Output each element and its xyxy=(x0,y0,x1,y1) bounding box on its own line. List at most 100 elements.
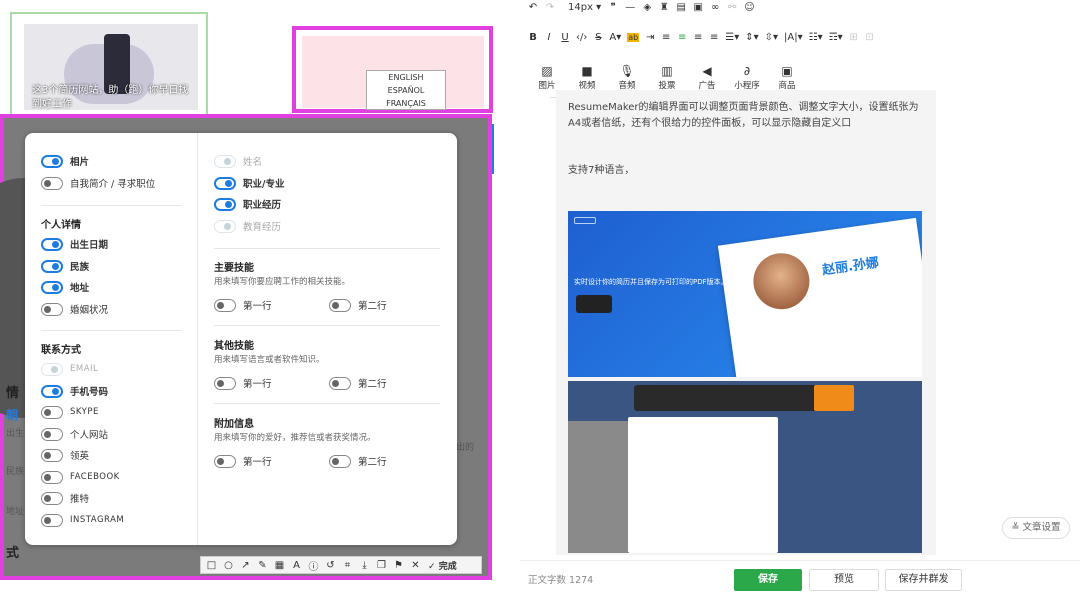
language-item[interactable]: ENGLISH xyxy=(367,71,445,84)
strikethrough-icon[interactable]: S xyxy=(593,32,603,43)
insert-ad-button[interactable]: ◀ 广告 xyxy=(688,64,726,91)
toggle-row-facebook[interactable]: FACEBOOK xyxy=(41,469,120,485)
table-icon[interactable]: ⊞ xyxy=(849,32,859,43)
mosaic-icon[interactable]: ▦ xyxy=(273,560,286,571)
italic-icon[interactable]: I xyxy=(544,32,554,43)
template-icon[interactable]: ▤ xyxy=(676,2,686,13)
toggle-switch[interactable] xyxy=(329,298,351,312)
undo-icon[interactable]: ↶ xyxy=(528,2,538,13)
toggle-switch[interactable] xyxy=(214,454,236,468)
insert-miniprogram-button[interactable]: ∂ 小程序 xyxy=(728,64,766,91)
hr-icon[interactable]: — xyxy=(625,2,635,13)
toggle-row-photo[interactable]: 相片 xyxy=(41,153,89,169)
emoji-icon[interactable]: ☺ xyxy=(744,2,754,13)
article-body[interactable]: ResumeMaker的编辑界面可以调整页面背景颜色、调整文字大小，设置纸张为A… xyxy=(556,90,936,555)
article-thumbnail[interactable]: 这3个简历网站，助（跑）你早日找到好工作 xyxy=(10,12,208,118)
toggle-row-experience[interactable]: 职业经历 xyxy=(214,196,281,212)
toggle-row-website[interactable]: 个人网站 xyxy=(41,426,108,442)
toggle-row-linkedin[interactable]: 领英 xyxy=(41,447,89,463)
toggle-switch[interactable] xyxy=(41,448,63,462)
font-color-icon[interactable]: A▾ xyxy=(609,32,621,43)
eraser-icon[interactable]: ◈ xyxy=(642,2,652,13)
toggle-row-skype[interactable]: SKYPE xyxy=(41,404,99,420)
bold-icon[interactable]: B xyxy=(528,32,538,43)
format-brush-icon[interactable]: ♜ xyxy=(659,2,669,13)
letter-spacing-icon[interactable]: |A|▾ xyxy=(784,32,803,43)
redo-icon[interactable]: ↷ xyxy=(545,2,555,13)
justify-icon[interactable]: ≡ xyxy=(709,32,719,43)
preview-button[interactable]: 预览 xyxy=(809,569,879,591)
toggle-row-instagram[interactable]: INSTAGRAM xyxy=(41,512,124,528)
additional-line2-option[interactable]: 第二行 xyxy=(329,453,387,469)
article-settings-button[interactable]: ≚ 文章设置 xyxy=(1002,517,1070,539)
insert-audio-button[interactable]: 🎙︎ 音频 xyxy=(608,64,646,91)
distribute-icon[interactable]: ☰▾ xyxy=(725,32,739,43)
bullet-list-icon[interactable]: ☷▾ xyxy=(809,32,823,43)
insert-image-button[interactable]: ▨ 图片 xyxy=(528,64,566,91)
link-icon[interactable]: ∞ xyxy=(710,2,720,13)
arrow-icon[interactable]: ↗ xyxy=(239,560,252,571)
toggle-switch[interactable] xyxy=(41,302,63,316)
indent-icon[interactable]: ⇥ xyxy=(645,32,655,43)
toggle-switch[interactable] xyxy=(214,154,236,168)
toggle-switch[interactable] xyxy=(214,298,236,312)
other-line2-option[interactable]: 第二行 xyxy=(329,375,387,391)
toggle-row-birthdate[interactable]: 出生日期 xyxy=(41,236,108,252)
toggle-switch[interactable] xyxy=(41,259,63,273)
toggle-switch[interactable] xyxy=(41,154,63,168)
pen-icon[interactable]: ✎ xyxy=(256,560,269,571)
other-line1-option[interactable]: 第一行 xyxy=(214,375,272,391)
toggle-row-twitter[interactable]: 推特 xyxy=(41,490,89,506)
language-item[interactable]: FRANÇAIS xyxy=(367,97,445,110)
toggle-row-profession[interactable]: 职业/专业 xyxy=(214,175,284,191)
toggle-switch[interactable] xyxy=(214,376,236,390)
toggle-row-marital[interactable]: 婚姻状况 xyxy=(41,301,108,317)
unlink-icon[interactable]: ⚯ xyxy=(727,2,737,13)
toggle-switch[interactable] xyxy=(41,427,63,441)
align-right-icon[interactable]: ≡ xyxy=(693,32,703,43)
text-icon[interactable]: A xyxy=(290,560,303,571)
toggle-row-ethnicity[interactable]: 民族 xyxy=(41,258,89,274)
numbered-list-icon[interactable]: ☶▾ xyxy=(829,32,843,43)
toggle-switch[interactable] xyxy=(41,176,63,190)
circle-icon[interactable]: ○ xyxy=(222,560,235,571)
copy-icon[interactable]: ❐ xyxy=(375,560,388,571)
close-icon[interactable]: ✕ xyxy=(409,560,422,571)
underline-icon[interactable]: U xyxy=(560,32,570,43)
article-image-1[interactable]: 实时设计你的简历并且保存为可打印的PDF版本。 赵丽.孙娜 xyxy=(568,211,922,377)
toggle-row-education[interactable]: 教育经历 xyxy=(214,218,281,234)
toggle-row-email[interactable]: EMAIL xyxy=(41,361,98,377)
additional-line1-option[interactable]: 第一行 xyxy=(214,453,272,469)
done-button[interactable]: ✓ 完成 xyxy=(428,559,457,572)
para-spacing-icon[interactable]: ⇳▾ xyxy=(765,32,778,43)
toggle-switch[interactable] xyxy=(41,405,63,419)
highlight-icon[interactable]: ab xyxy=(627,33,640,42)
align-left-icon[interactable]: ≡ xyxy=(661,32,671,43)
toggle-switch[interactable] xyxy=(41,470,63,484)
code-icon[interactable]: ‹/› xyxy=(576,32,587,43)
toggle-row-name[interactable]: 姓名 xyxy=(214,153,262,169)
doc-icon[interactable]: ▣ xyxy=(693,2,703,13)
toggle-switch[interactable] xyxy=(214,219,236,233)
language-item[interactable]: ESPAÑOL xyxy=(367,84,445,97)
line-spacing-icon[interactable]: ⇕▾ xyxy=(745,32,758,43)
toggle-switch[interactable] xyxy=(41,384,63,398)
save-button[interactable]: 保存 xyxy=(734,569,802,591)
fullscreen-icon[interactable]: ⊡ xyxy=(865,32,875,43)
toggle-switch[interactable] xyxy=(329,454,351,468)
quote-icon[interactable]: ❞ xyxy=(608,2,618,13)
skills-line2-option[interactable]: 第二行 xyxy=(329,297,387,313)
info-icon[interactable]: ⓘ xyxy=(307,558,320,573)
toggle-switch[interactable] xyxy=(41,362,63,376)
undo-icon[interactable]: ↺ xyxy=(324,560,337,571)
skills-line1-option[interactable]: 第一行 xyxy=(214,297,272,313)
font-size-select[interactable]: 14px ▾ xyxy=(568,2,601,13)
download-icon[interactable]: ⤓ xyxy=(358,560,371,571)
toggle-switch[interactable] xyxy=(41,237,63,251)
crop-icon[interactable]: ⌗ xyxy=(341,560,354,571)
insert-poll-button[interactable]: ▥ 投票 xyxy=(648,64,686,91)
toggle-row-phone[interactable]: 手机号码 xyxy=(41,383,108,399)
pin-icon[interactable]: ⚑ xyxy=(392,560,405,571)
toggle-switch[interactable] xyxy=(41,280,63,294)
article-image-2[interactable] xyxy=(568,381,922,553)
